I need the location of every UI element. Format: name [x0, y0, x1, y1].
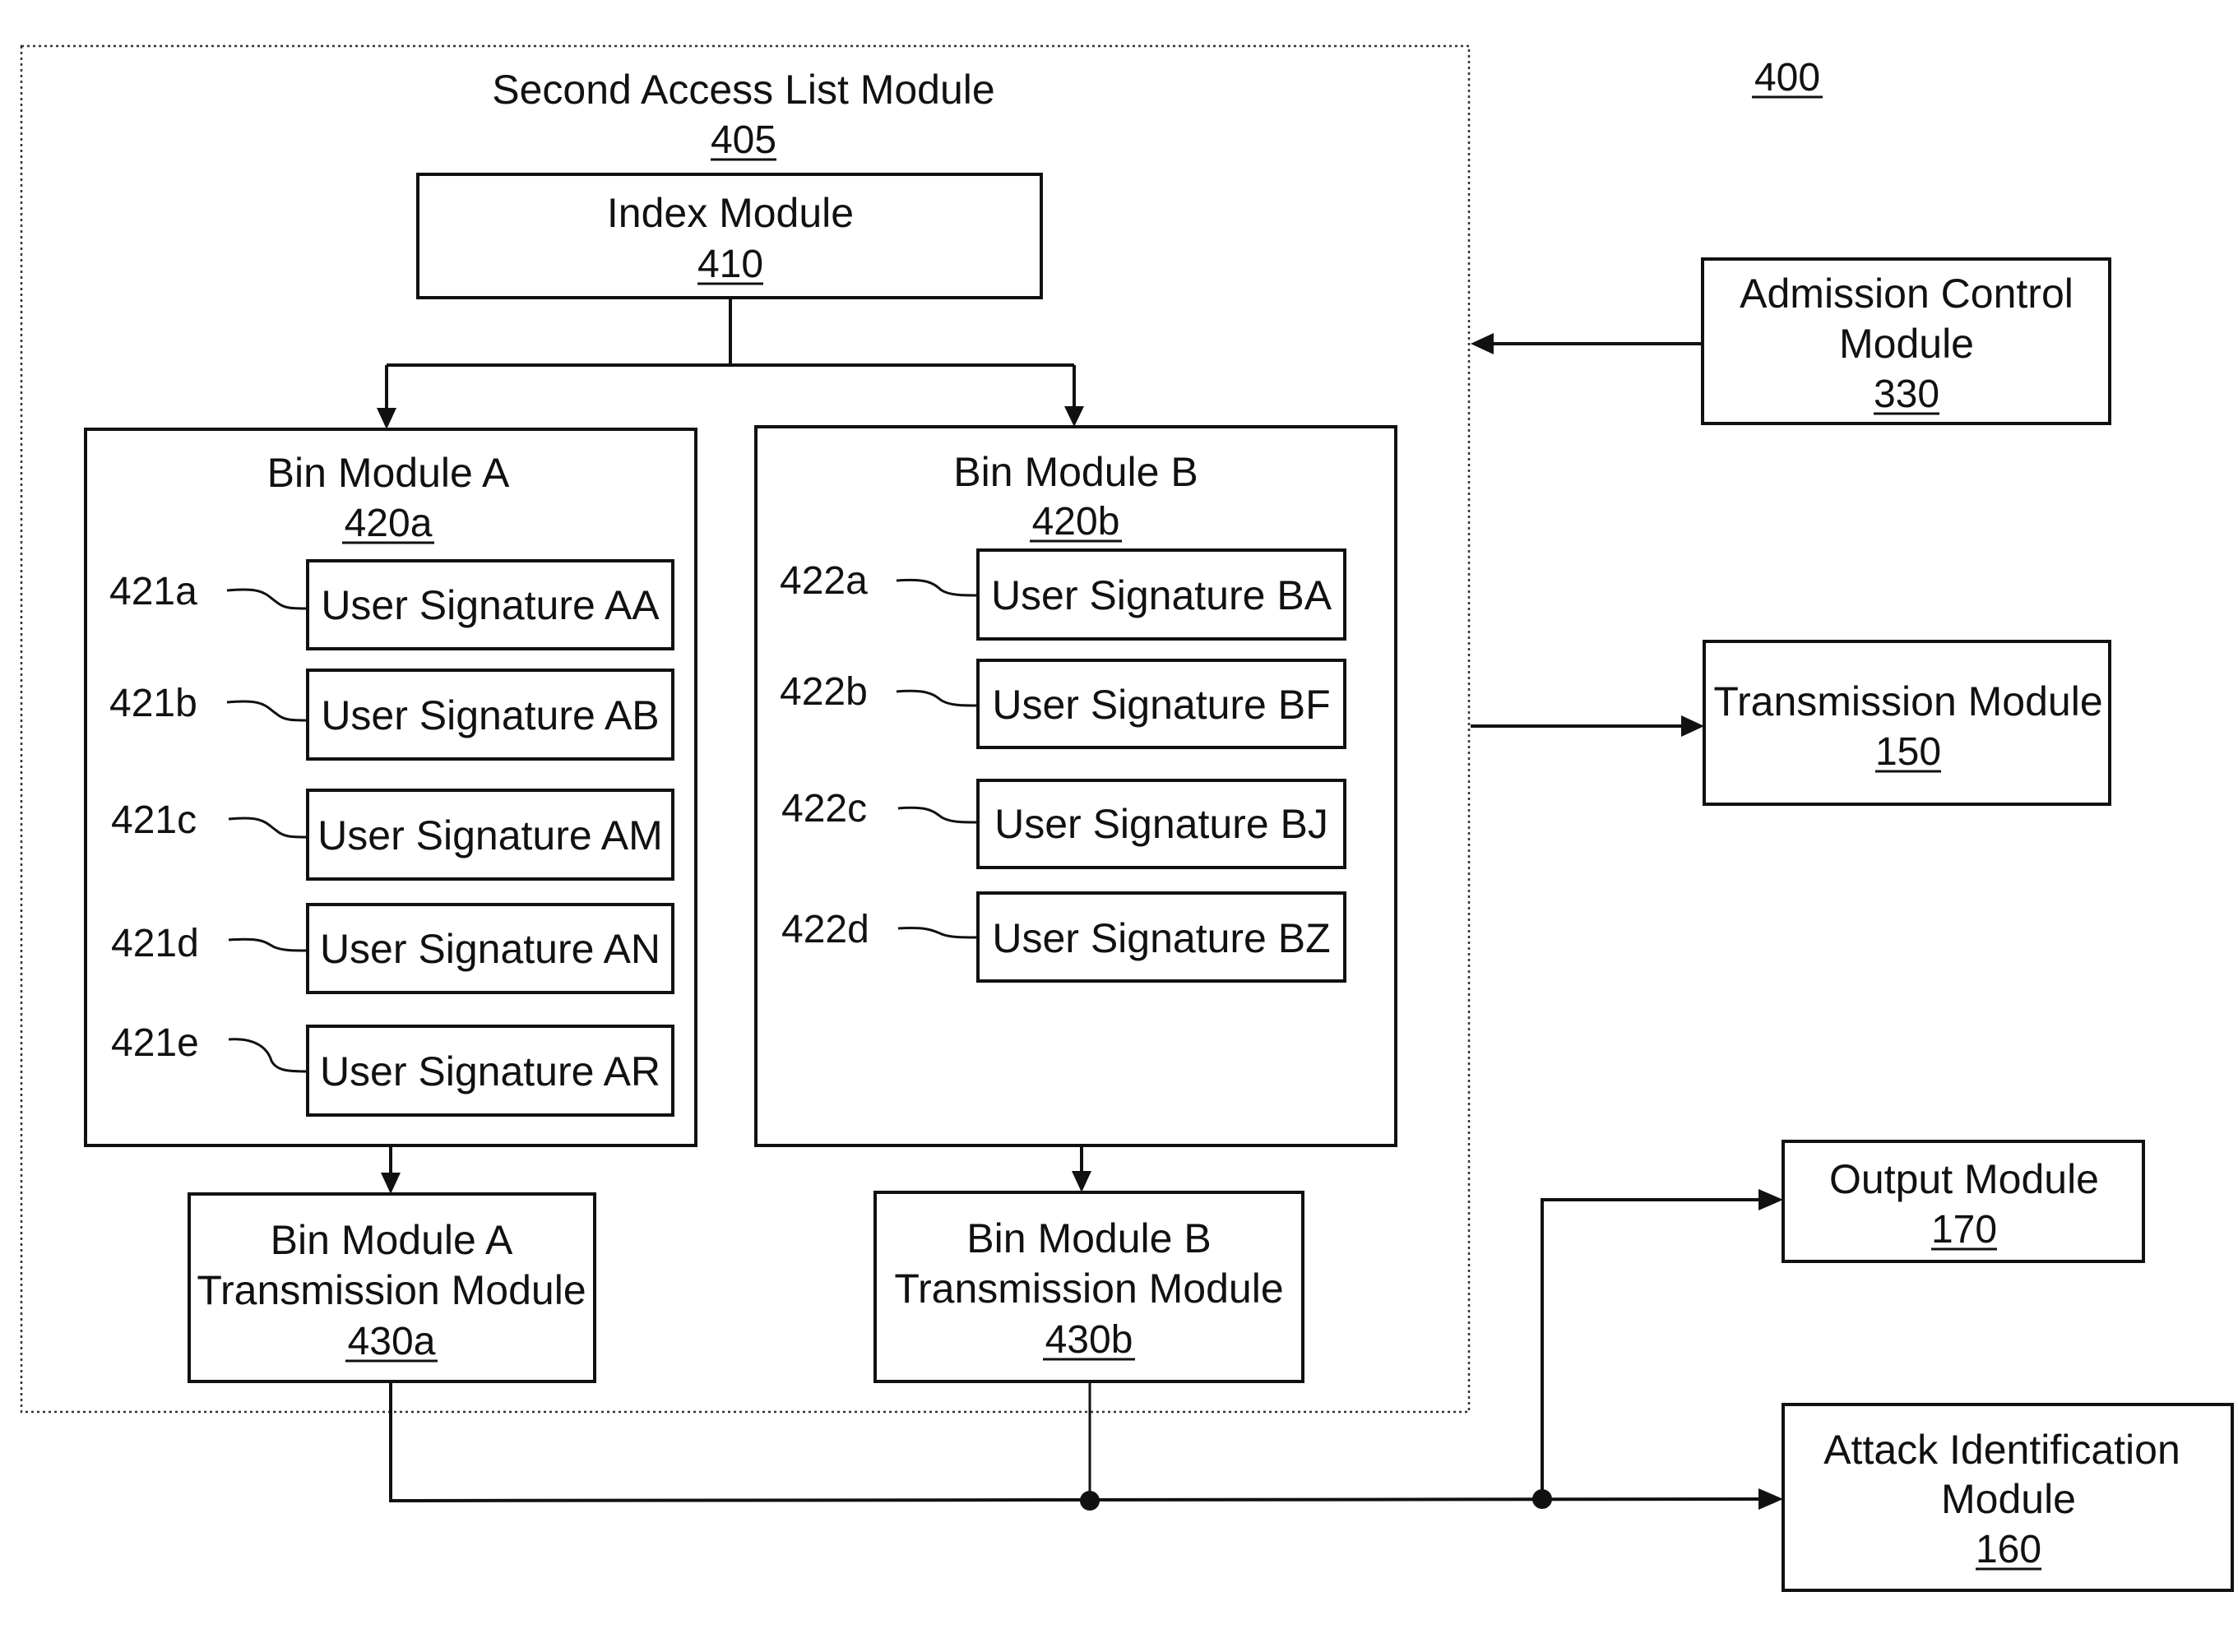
bin-module-a: Bin Module A 420a 421a User Signature AA… — [84, 428, 697, 1147]
signature-ref: 422d — [781, 908, 869, 951]
index-to-bins-connector — [377, 298, 1084, 429]
admission-control-line2: Module — [1839, 321, 1974, 367]
bin-a-transmission-line1: Bin Module A — [271, 1217, 513, 1263]
signature-ref: 422b — [780, 670, 868, 714]
admission-control-ref: 330 — [1874, 373, 1939, 416]
arrow-to-bin-b — [1064, 406, 1084, 427]
signature-label: User Signature AA — [321, 582, 660, 628]
bin-b-transmission-module: Bin Module B Transmission Module 430b — [873, 1191, 1304, 1383]
transmission-module-ref: 150 — [1875, 730, 1941, 774]
index-module: Index Module 410 — [416, 173, 1043, 299]
admission-control-module: Admission Control Module 330 — [1471, 257, 2111, 425]
attack-identification-module: Attack Identification Module 160 — [1782, 1403, 2234, 1592]
signature-ref: 421e — [111, 1021, 199, 1065]
signature-label: User Signature BZ — [992, 915, 1330, 961]
figure-number: 400 — [1754, 56, 1820, 99]
bin-b-transmission-line1: Bin Module B — [966, 1215, 1211, 1261]
bin-module-a-ref: 420a — [345, 502, 433, 545]
index-module-title: Index Module — [607, 190, 854, 236]
signature-label: User Signature AR — [320, 1048, 660, 1094]
bin-module-a-title: Bin Module A — [267, 450, 510, 496]
bin-b-transmission-line2: Transmission Module — [894, 1266, 1283, 1312]
signature-ref: 421a — [109, 570, 197, 613]
bin-a-transmission-ref: 430a — [348, 1320, 436, 1363]
arrow-to-bin-a — [377, 408, 396, 429]
arrow-to-transmission-module — [1681, 715, 1704, 737]
arrow-to-430b — [1072, 1171, 1091, 1192]
arrow-to-430a — [381, 1173, 401, 1194]
patent-diagram: 400 Second Access List Module 405 Index … — [20, 44, 2234, 1592]
transmission-module: Transmission Module 150 — [1471, 640, 2111, 806]
attack-identification-line1: Attack Identification — [1823, 1427, 2180, 1473]
arrow-to-attack-identification — [1758, 1488, 1783, 1510]
second-access-list-module-ref: 405 — [711, 118, 776, 162]
bin-b-transmission-ref: 430b — [1045, 1318, 1133, 1362]
bin-a-transmission-line2: Transmission Module — [197, 1267, 586, 1313]
signature-label: User Signature AB — [321, 692, 659, 738]
arrow-to-output-module — [1758, 1189, 1783, 1210]
arrow-to-second-access-list — [1471, 333, 1494, 354]
index-module-ref: 410 — [697, 243, 763, 286]
attack-identification-line2: Module — [1941, 1476, 2076, 1522]
signature-ref: 421d — [111, 922, 199, 965]
signature-label: User Signature AM — [317, 812, 663, 858]
bin-a-transmission-module: Bin Module A Transmission Module 430a — [188, 1192, 596, 1383]
attack-identification-ref: 160 — [1976, 1528, 2041, 1571]
bin-module-b-ref: 420b — [1032, 500, 1120, 544]
bin-to-transmission-connectors — [381, 1145, 1091, 1194]
signature-ref: 422a — [780, 559, 868, 603]
output-module: Output Module 170 — [1782, 1140, 2145, 1263]
junction-dot — [1080, 1491, 1100, 1511]
signature-ref: 421b — [109, 682, 197, 725]
signature-label: User Signature BF — [992, 682, 1330, 728]
signature-ref: 422c — [781, 787, 867, 831]
output-module-ref: 170 — [1931, 1208, 1997, 1252]
bin-module-b: Bin Module B 420b 422a User Signature BA… — [754, 425, 1397, 1147]
signature-ref: 421c — [111, 798, 197, 842]
transmission-module-title: Transmission Module — [1713, 678, 2102, 724]
bin-module-b-title: Bin Module B — [953, 449, 1198, 495]
junction-dot — [1532, 1489, 1552, 1509]
signature-label: User Signature BJ — [994, 801, 1328, 847]
signature-label: User Signature BA — [991, 572, 1332, 618]
signature-label: User Signature AN — [320, 926, 660, 972]
output-module-title: Output Module — [1829, 1156, 2099, 1202]
second-access-list-module-title: Second Access List Module — [492, 67, 994, 113]
admission-control-line1: Admission Control — [1740, 271, 2074, 317]
